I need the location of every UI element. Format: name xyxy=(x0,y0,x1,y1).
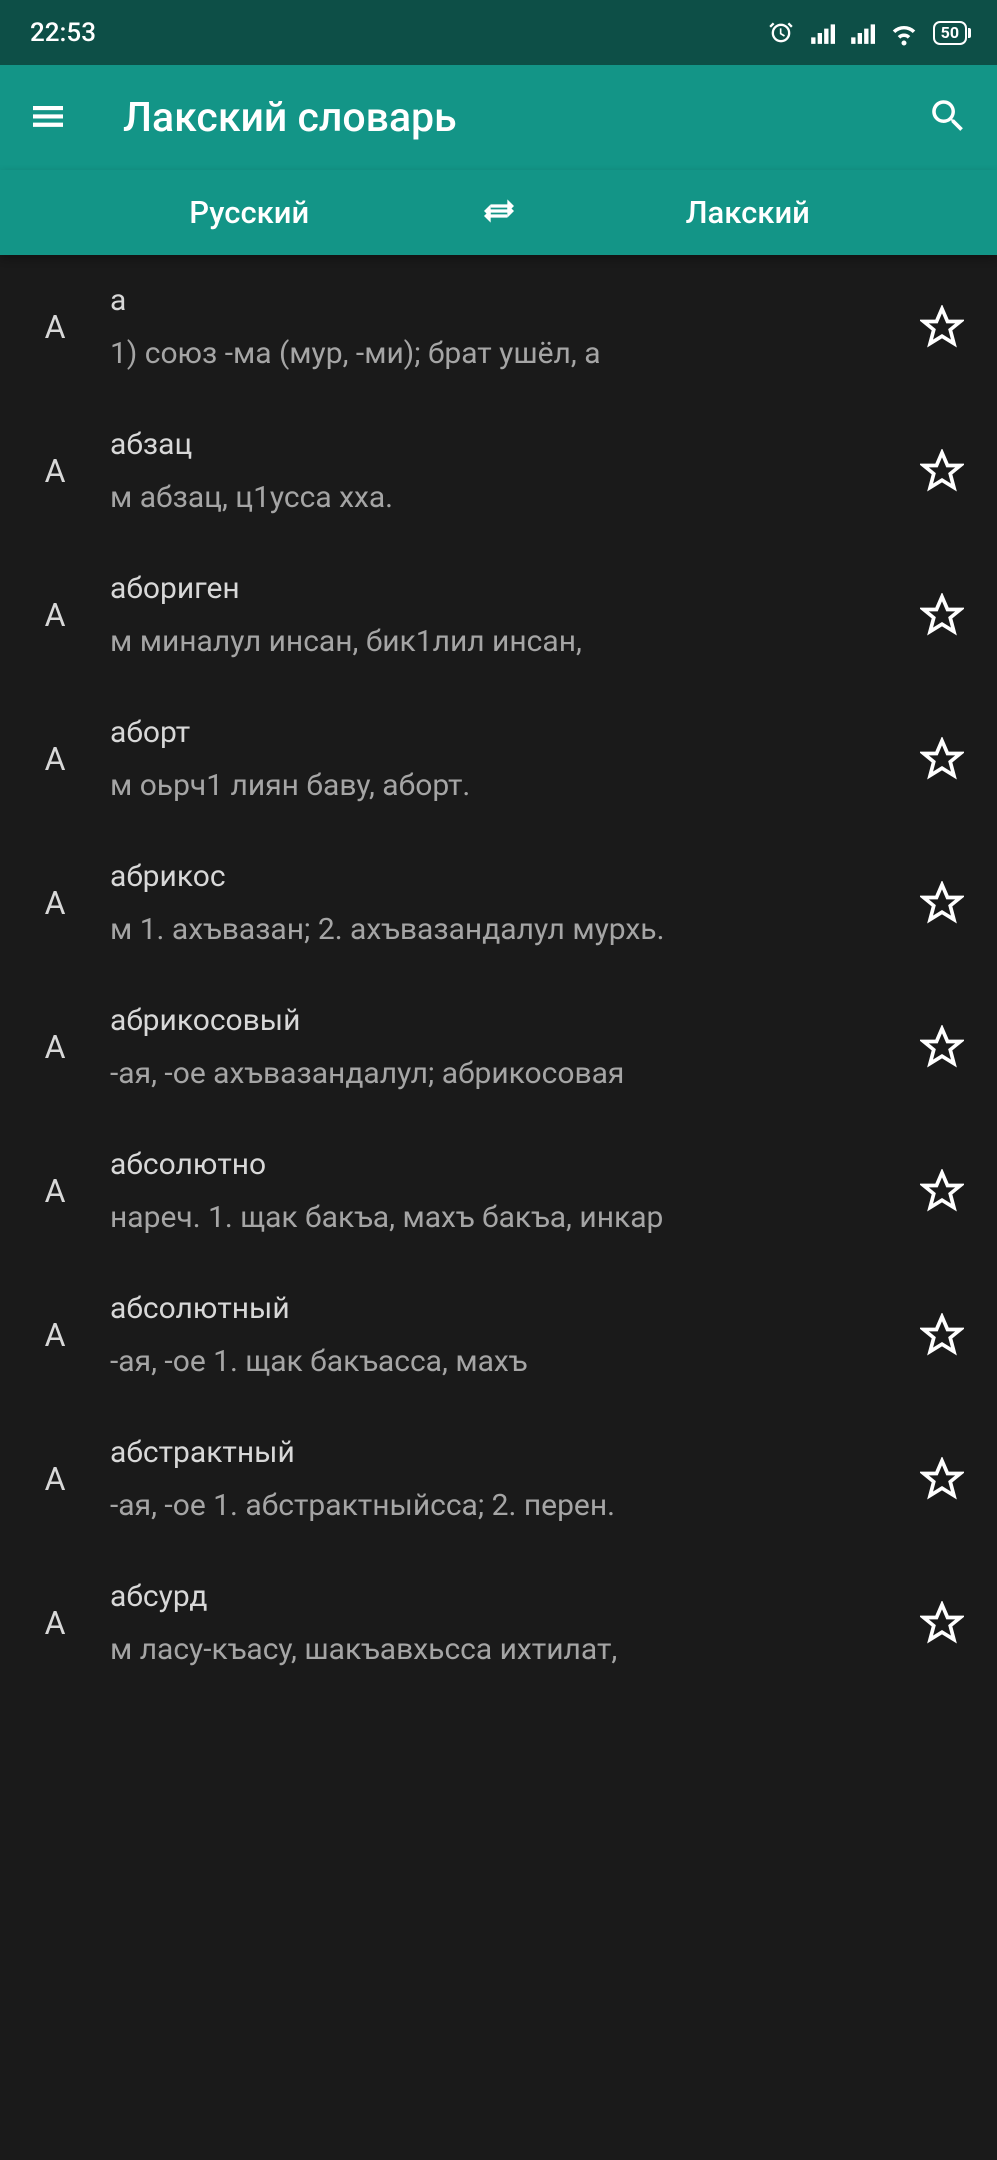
favorite-button[interactable] xyxy=(907,1601,977,1645)
entry-word: абрикосовый xyxy=(110,1003,893,1038)
entry-word: аборт xyxy=(110,715,893,750)
favorite-button[interactable] xyxy=(907,1025,977,1069)
star-outline-icon xyxy=(920,1457,964,1501)
list-item[interactable]: А абрикос м 1. ахъвазан; 2. ахъвазандалу… xyxy=(0,831,997,975)
swap-languages-button[interactable] xyxy=(479,191,519,235)
favorite-button[interactable] xyxy=(907,593,977,637)
section-letter: А xyxy=(0,740,110,778)
favorite-button[interactable] xyxy=(907,881,977,925)
list-item[interactable]: А аборт м оьрч1 лиян баву, аборт. xyxy=(0,687,997,831)
signal-icon-1 xyxy=(809,20,835,46)
source-language[interactable]: Русский xyxy=(0,194,499,231)
list-item[interactable]: А абрикосовый -ая, -ое ахъвазандалул; аб… xyxy=(0,975,997,1119)
entry-content: аборт м оьрч1 лиян баву, аборт. xyxy=(110,715,907,803)
entry-definition: м ласу-къасу, шакъавхьсса ихтилат, xyxy=(110,1632,893,1667)
entry-definition: м 1. ахъвазан; 2. ахъвазандалул мурхь. xyxy=(110,912,893,947)
entry-word: абрикос xyxy=(110,859,893,894)
entry-definition: м оьрч1 лиян баву, аборт. xyxy=(110,768,893,803)
star-outline-icon xyxy=(920,593,964,637)
entry-definition: м абзац, ц1усса хха. xyxy=(110,480,893,515)
hamburger-icon xyxy=(28,96,68,136)
entry-word: абзац xyxy=(110,427,893,462)
section-letter: А xyxy=(0,884,110,922)
entry-word: абсолютно xyxy=(110,1147,893,1182)
star-outline-icon xyxy=(920,737,964,781)
entry-definition: -ая, -ое 1. щак бакъасса, махъ xyxy=(110,1344,893,1379)
alarm-icon xyxy=(767,19,795,47)
battery-level: 50 xyxy=(941,25,959,41)
entry-definition: м миналул инсан, бик1лил инсан, xyxy=(110,624,893,659)
target-language[interactable]: Лакский xyxy=(499,194,997,231)
list-item[interactable]: А абсурд м ласу-къасу, шакъавхьсса ихтил… xyxy=(0,1551,997,1695)
favorite-button[interactable] xyxy=(907,1313,977,1357)
menu-button[interactable] xyxy=(28,96,68,140)
list-item[interactable]: А а 1) союз -ма (мур, -ми); брат ушёл, а xyxy=(0,255,997,399)
entry-definition: 1) союз -ма (мур, -ми); брат ушёл, а xyxy=(110,336,893,371)
entry-definition: -ая, -ое ахъвазандалул; абрикосовая xyxy=(110,1056,893,1091)
entry-content: абрикос м 1. ахъвазан; 2. ахъвазандалул … xyxy=(110,859,907,947)
section-letter: А xyxy=(0,308,110,346)
entry-definition: -ая, -ое 1. абстрактныйсса; 2. перен. xyxy=(110,1488,893,1523)
favorite-button[interactable] xyxy=(907,737,977,781)
star-outline-icon xyxy=(920,1169,964,1213)
entry-definition: нареч. 1. щак бакъа, махъ бакъа, инкар xyxy=(110,1200,893,1235)
star-outline-icon xyxy=(920,1025,964,1069)
star-outline-icon xyxy=(920,449,964,493)
section-letter: А xyxy=(0,452,110,490)
app-bar: Лакский словарь xyxy=(0,65,997,170)
section-letter: А xyxy=(0,596,110,634)
section-letter: А xyxy=(0,1028,110,1066)
entry-content: абсолютно нареч. 1. щак бакъа, махъ бакъ… xyxy=(110,1147,907,1235)
app-title: Лакский словарь xyxy=(123,94,927,142)
entry-content: а 1) союз -ма (мур, -ми); брат ушёл, а xyxy=(110,283,907,371)
entry-content: абрикосовый -ая, -ое ахъвазандалул; абри… xyxy=(110,1003,907,1091)
search-icon xyxy=(927,95,969,137)
list-item[interactable]: А абориген м миналул инсан, бик1лил инса… xyxy=(0,543,997,687)
entry-content: абориген м миналул инсан, бик1лил инсан, xyxy=(110,571,907,659)
section-letter: А xyxy=(0,1172,110,1210)
list-item[interactable]: А абстрактный -ая, -ое 1. абстрактныйсса… xyxy=(0,1407,997,1551)
star-outline-icon xyxy=(920,1313,964,1357)
status-time: 22:53 xyxy=(30,18,96,48)
favorite-button[interactable] xyxy=(907,1169,977,1213)
language-bar: Русский Лакский xyxy=(0,170,997,255)
favorite-button[interactable] xyxy=(907,1457,977,1501)
battery-icon: 50 xyxy=(933,21,967,45)
entry-content: абсурд м ласу-къасу, шакъавхьсса ихтилат… xyxy=(110,1579,907,1667)
entry-content: абзац м абзац, ц1усса хха. xyxy=(110,427,907,515)
section-letter: А xyxy=(0,1604,110,1642)
dictionary-list: А а 1) союз -ма (мур, -ми); брат ушёл, а… xyxy=(0,255,997,1695)
status-icons: 50 xyxy=(767,18,967,48)
entry-word: абстрактный xyxy=(110,1435,893,1470)
section-letter: А xyxy=(0,1460,110,1498)
search-button[interactable] xyxy=(927,95,969,141)
list-item[interactable]: А абсолютно нареч. 1. щак бакъа, махъ ба… xyxy=(0,1119,997,1263)
star-outline-icon xyxy=(920,881,964,925)
swap-icon xyxy=(479,191,519,231)
section-letter: А xyxy=(0,1316,110,1354)
favorite-button[interactable] xyxy=(907,305,977,349)
favorite-button[interactable] xyxy=(907,449,977,493)
signal-icon-2 xyxy=(849,20,875,46)
entry-word: абориген xyxy=(110,571,893,606)
wifi-icon xyxy=(889,18,919,48)
entry-word: абсурд xyxy=(110,1579,893,1614)
entry-content: абстрактный -ая, -ое 1. абстрактныйсса; … xyxy=(110,1435,907,1523)
entry-word: абсолютный xyxy=(110,1291,893,1326)
entry-content: абсолютный -ая, -ое 1. щак бакъасса, мах… xyxy=(110,1291,907,1379)
list-item[interactable]: А абзац м абзац, ц1усса хха. xyxy=(0,399,997,543)
entry-word: а xyxy=(110,283,893,318)
star-outline-icon xyxy=(920,305,964,349)
status-bar: 22:53 50 xyxy=(0,0,997,65)
star-outline-icon xyxy=(920,1601,964,1645)
list-item[interactable]: А абсолютный -ая, -ое 1. щак бакъасса, м… xyxy=(0,1263,997,1407)
